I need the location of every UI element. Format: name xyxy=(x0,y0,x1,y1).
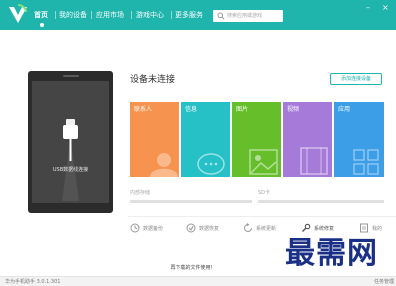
backup-icon xyxy=(130,223,140,233)
nav-separator xyxy=(91,11,92,19)
tile-messages-label: 信息 xyxy=(185,106,198,113)
status-bar: 华为手机助手 3.0.1.301 任务管理 xyxy=(0,276,396,286)
tile-contacts-label: 联系人 xyxy=(134,106,153,113)
usb-cable-icon xyxy=(62,119,79,201)
sd-storage-bar xyxy=(258,200,384,203)
tile-videos[interactable]: 视频 xyxy=(283,102,332,177)
tile-apps[interactable]: 应用 xyxy=(334,102,384,177)
tool-update-label: 系统更新 xyxy=(256,226,277,232)
tile-photos[interactable]: 图片 xyxy=(232,102,281,177)
search-placeholder: 搜索应用或游戏 xyxy=(227,13,263,19)
app-logo-icon xyxy=(9,4,27,23)
nav-separator xyxy=(131,11,132,19)
watermark-logo: 最需网 xyxy=(285,236,378,271)
tile-apps-label: 应用 xyxy=(338,106,351,113)
search-icon xyxy=(217,12,225,20)
nav-home[interactable]: 首页 xyxy=(34,10,48,20)
nav-game-center[interactable]: 游戏中心 xyxy=(136,10,164,20)
nav-separator xyxy=(171,11,172,19)
divider xyxy=(128,216,396,217)
phone-speaker xyxy=(63,75,79,77)
restore-icon xyxy=(186,223,196,233)
phone-screen: USB数据线连接 xyxy=(32,81,109,203)
search-input[interactable]: 搜索应用或游戏 xyxy=(213,10,283,22)
device-status-title: 设备未连接 xyxy=(130,75,176,85)
nav-my-devices[interactable]: 我的设备 xyxy=(59,10,87,20)
doc-icon xyxy=(360,223,368,233)
nav-separator xyxy=(55,11,56,19)
top-navigation-bar: 首页 我的设备 应用市场 游戏中心 更多服务 搜索应用或游戏 – × xyxy=(0,0,396,30)
internal-storage: 内部存储 xyxy=(130,190,252,206)
tile-messages[interactable]: 信息 xyxy=(181,102,230,177)
nav-more-services[interactable]: 更多服务 xyxy=(175,10,203,20)
phone-illustration: USB数据线连接 xyxy=(28,71,113,213)
add-device-label: 添加连接设备 xyxy=(340,76,371,82)
active-tab-indicator xyxy=(40,23,44,27)
tool-backup-label: 数据备份 xyxy=(143,226,164,232)
internal-storage-label: 内部存储 xyxy=(130,190,151,196)
connect-hint: USB数据线连接 xyxy=(52,167,89,173)
add-device-button[interactable]: 添加连接设备 xyxy=(330,73,382,85)
sd-storage: SD卡 xyxy=(258,190,384,206)
wrench-icon xyxy=(302,223,311,232)
internal-storage-bar xyxy=(130,200,252,203)
tile-contacts[interactable]: 联系人 xyxy=(130,102,179,177)
task-manager-link[interactable]: 任务管理 xyxy=(374,279,394,286)
tile-videos-label: 视频 xyxy=(287,106,300,113)
download-banner-link[interactable]: 再下载的文件使用！ xyxy=(150,265,236,272)
tool-repair-label: 系统修复 xyxy=(314,226,335,232)
update-icon xyxy=(244,223,252,232)
tool-restore-label: 数据恢复 xyxy=(199,226,220,232)
minimize-button[interactable]: – xyxy=(366,3,370,12)
tile-photos-label: 图片 xyxy=(236,106,249,113)
tool-mine-label: 我的 xyxy=(372,226,383,232)
close-button[interactable]: × xyxy=(382,3,389,12)
version-text: 华为手机助手 3.0.1.301 xyxy=(5,279,61,285)
sd-storage-label: SD卡 xyxy=(258,190,271,196)
nav-app-market[interactable]: 应用市场 xyxy=(96,10,124,20)
